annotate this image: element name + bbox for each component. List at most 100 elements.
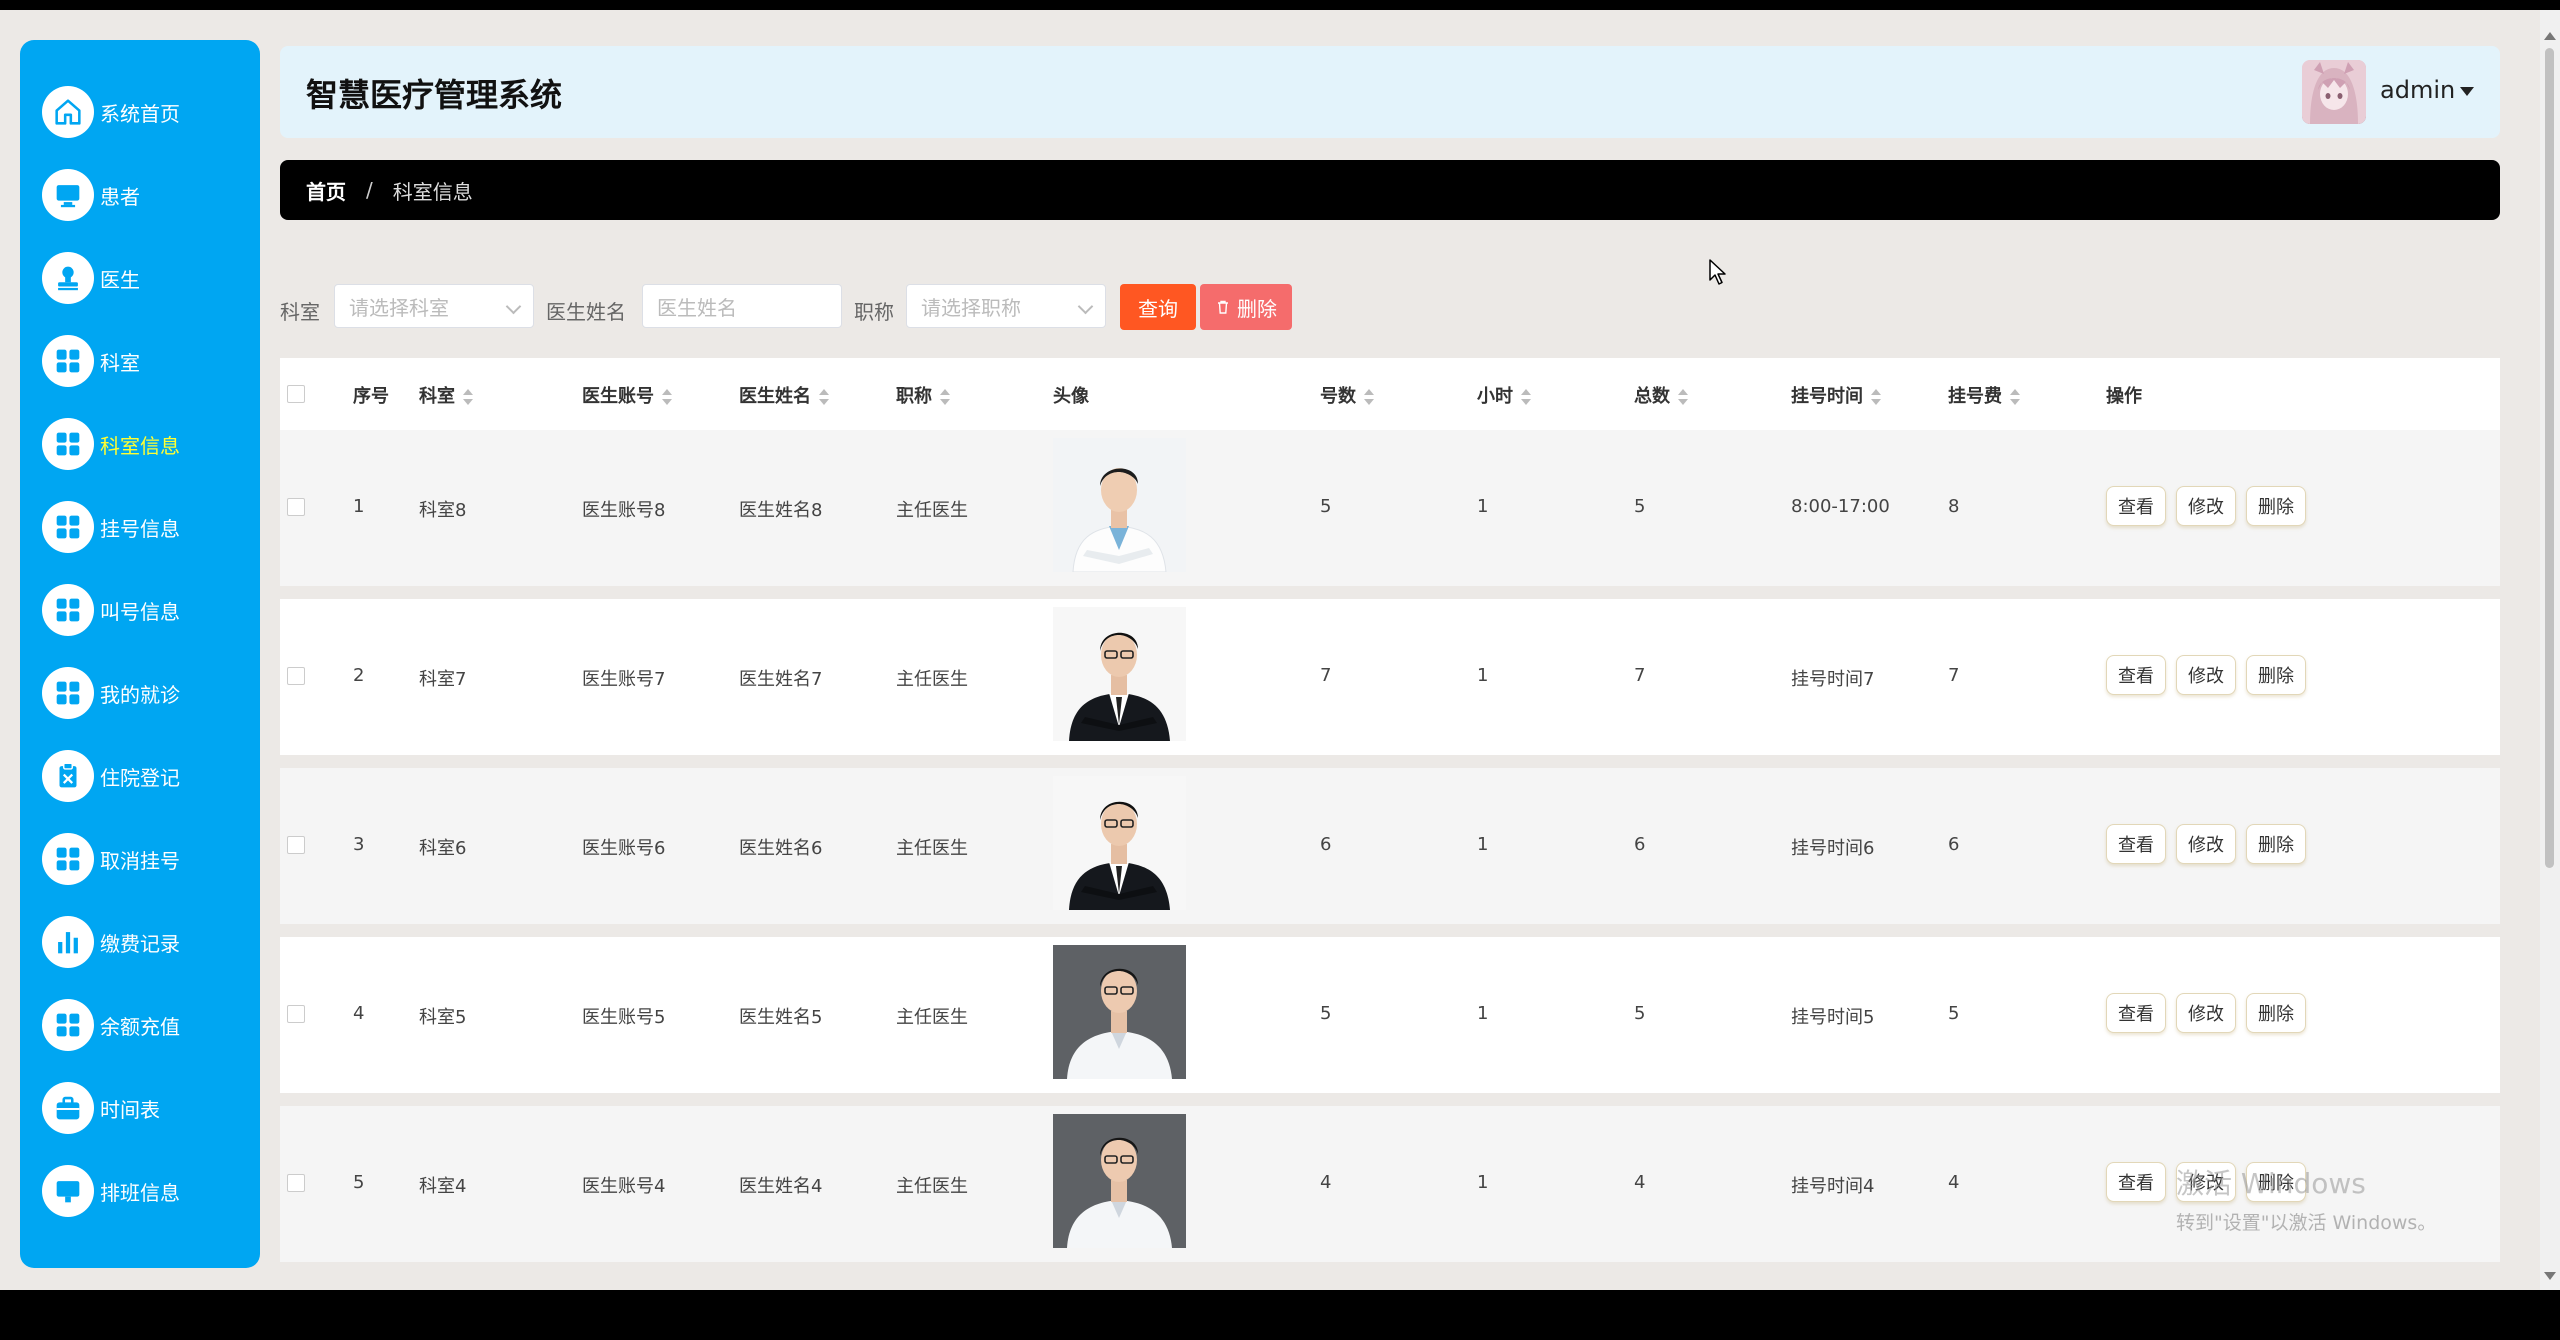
sort-icon[interactable] [1521, 389, 1531, 405]
sidebar-item-my-visits[interactable]: 我的就诊 [42, 663, 252, 723]
table-row[interactable]: 1 科室8 医生账号8 医生姓名8 主任医生 5 1 5 8:00-17:00 8 查看 修改 删除 [280, 430, 2500, 586]
sidebar-item-timetable[interactable]: 时间表 [42, 1078, 252, 1138]
scroll-down-icon[interactable] [2544, 1272, 2556, 1280]
sort-icon[interactable] [1678, 389, 1688, 405]
delete-button[interactable]: 删除 [2246, 824, 2306, 864]
breadcrumb-home[interactable]: 首页 [306, 176, 346, 205]
sort-icon[interactable] [1871, 389, 1881, 405]
sidebar-item-doctors[interactable]: 医生 [42, 248, 252, 308]
col-total[interactable]: 总数 [1634, 382, 1688, 408]
sort-icon[interactable] [463, 389, 473, 405]
delete-button[interactable]: 删除 [2246, 486, 2306, 526]
view-button[interactable]: 查看 [2106, 486, 2166, 526]
bar-chart-icon [42, 916, 94, 968]
edit-button[interactable]: 修改 [2176, 993, 2236, 1033]
sort-icon[interactable] [662, 389, 672, 405]
table-row[interactable]: 4 科室5 医生账号5 医生姓名5 主任医生 5 1 5 挂号时间5 5 查看 修改 删除 [280, 937, 2500, 1093]
scroll-up-icon[interactable] [2544, 32, 2556, 40]
batch-delete-button[interactable]: 删除 [1200, 284, 1292, 330]
edit-button[interactable]: 修改 [2176, 655, 2236, 695]
table-row[interactable]: 3 科室6 医生账号6 医生姓名6 主任医生 6 1 6 挂号时间6 6 查看 修改 删除 [280, 768, 2500, 924]
view-button[interactable]: 查看 [2106, 1162, 2166, 1202]
caret-down-icon[interactable] [2460, 87, 2474, 96]
grid-icon [42, 584, 94, 636]
table-row[interactable]: 5 科室4 医生账号4 医生姓名4 主任医生 4 1 4 挂号时间4 4 查看 修改 删除 [280, 1106, 2500, 1262]
sidebar-item-label: 住院登记 [100, 765, 180, 790]
sidebar-item-department-info[interactable]: 科室信息 [42, 414, 252, 474]
row-checkbox[interactable] [287, 836, 305, 854]
cell-fee: 4 [1948, 1172, 1960, 1193]
row-checkbox[interactable] [287, 667, 305, 685]
cell-reg-time: 8:00-17:00 [1791, 496, 1890, 517]
sort-icon[interactable] [940, 389, 950, 405]
col-numbers[interactable]: 号数 [1320, 382, 1374, 408]
col-account[interactable]: 医生账号 [582, 382, 672, 408]
edit-button[interactable]: 修改 [2176, 824, 2236, 864]
delete-button[interactable]: 删除 [2246, 655, 2306, 695]
col-hours[interactable]: 小时 [1477, 382, 1531, 408]
sidebar: 系统首页 患者 医生 科室 科室信息 挂号信息 叫号信息 我的就诊 住院登记 取… [20, 40, 260, 1268]
sidebar-item-call-info[interactable]: 叫号信息 [42, 580, 252, 640]
view-button[interactable]: 查看 [2106, 993, 2166, 1033]
scrollbar-thumb[interactable] [2545, 48, 2554, 868]
sidebar-item-recharge[interactable]: 余额充值 [42, 995, 252, 1055]
avatar[interactable] [2302, 60, 2366, 124]
filter-bar: 科室 请选择科室 医生姓名 医生姓名 职称 请选择职称 查询 删除 [280, 284, 1480, 330]
sort-icon[interactable] [1364, 389, 1374, 405]
grid-icon [42, 418, 94, 470]
doctor-photo [1053, 607, 1186, 741]
sidebar-item-patients[interactable]: 患者 [42, 165, 252, 225]
sidebar-item-schedule-info[interactable]: 排班信息 [42, 1161, 252, 1221]
col-total-label: 总数 [1634, 386, 1670, 407]
col-name-label: 医生姓名 [739, 386, 811, 407]
sidebar-item-label: 科室 [100, 350, 140, 375]
row-checkbox[interactable] [287, 1005, 305, 1023]
col-reg-time[interactable]: 挂号时间 [1791, 382, 1881, 408]
view-button[interactable]: 查看 [2106, 655, 2166, 695]
cell-title: 主任医生 [896, 1007, 968, 1028]
sort-icon[interactable] [819, 389, 829, 405]
sidebar-item-home[interactable]: 系统首页 [42, 82, 252, 142]
title-select[interactable]: 请选择职称 [906, 284, 1106, 328]
edit-button[interactable]: 修改 [2176, 486, 2236, 526]
doctor-name-input-placeholder: 医生姓名 [657, 295, 737, 320]
sidebar-item-cancel-registration[interactable]: 取消挂号 [42, 829, 252, 889]
col-department[interactable]: 科室 [419, 382, 473, 408]
sort-icon[interactable] [2010, 389, 2020, 405]
col-title-label: 职称 [896, 386, 932, 407]
sidebar-item-label: 挂号信息 [100, 516, 180, 541]
sidebar-item-registration-info[interactable]: 挂号信息 [42, 497, 252, 557]
cell-total: 6 [1634, 834, 1646, 855]
row-checkbox[interactable] [287, 498, 305, 516]
sidebar-item-payment-records[interactable]: 缴费记录 [42, 912, 252, 972]
row-checkbox[interactable] [287, 1174, 305, 1192]
title-select-placeholder: 请选择职称 [921, 295, 1021, 320]
sidebar-item-hospitalization[interactable]: 住院登记 [42, 746, 252, 806]
breadcrumb-current: 科室信息 [392, 179, 473, 204]
breadcrumb: 首页 / 科室信息 [280, 160, 2500, 220]
col-avatar: 头像 [1053, 386, 1089, 407]
cell-numbers: 6 [1320, 834, 1332, 855]
col-account-label: 医生账号 [582, 386, 654, 407]
user-name[interactable]: admin [2380, 76, 2455, 104]
col-hours-label: 小时 [1477, 386, 1513, 407]
select-all-checkbox[interactable] [287, 385, 305, 403]
department-select[interactable]: 请选择科室 [334, 284, 534, 328]
cell-name: 医生姓名4 [739, 1176, 823, 1197]
cell-department: 科室7 [419, 669, 467, 690]
sidebar-item-label: 排班信息 [100, 1180, 180, 1205]
view-button[interactable]: 查看 [2106, 824, 2166, 864]
col-name[interactable]: 医生姓名 [739, 382, 829, 408]
cell-name: 医生姓名7 [739, 669, 823, 690]
sidebar-item-label: 余额充值 [100, 1014, 180, 1039]
delete-button[interactable]: 删除 [2246, 993, 2306, 1033]
grid-icon [42, 335, 94, 387]
monitor-icon [42, 169, 94, 221]
doctor-name-input[interactable]: 医生姓名 [642, 284, 842, 328]
col-fee[interactable]: 挂号费 [1948, 382, 2020, 408]
query-button[interactable]: 查询 [1120, 284, 1196, 330]
sidebar-item-departments[interactable]: 科室 [42, 331, 252, 391]
vertical-scrollbar[interactable] [2540, 10, 2560, 1290]
col-title[interactable]: 职称 [896, 382, 950, 408]
table-row[interactable]: 2 科室7 医生账号7 医生姓名7 主任医生 7 1 7 挂号时间7 7 查看 修改 删除 [280, 599, 2500, 755]
